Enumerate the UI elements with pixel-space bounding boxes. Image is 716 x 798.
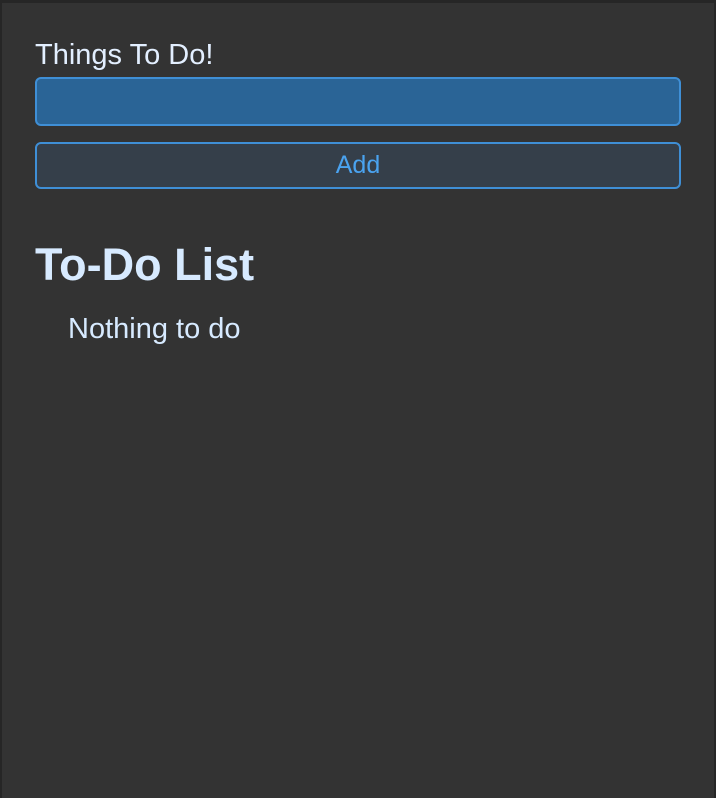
things-to-do-label: Things To Do! <box>35 39 214 71</box>
empty-list-message: Nothing to do <box>68 313 241 345</box>
todo-list-heading: To-Do List <box>35 239 255 290</box>
todo-app-panel: Things To Do! Add To-Do List Nothing to … <box>0 0 716 798</box>
new-task-input[interactable] <box>35 77 681 126</box>
add-button[interactable]: Add <box>35 142 681 189</box>
